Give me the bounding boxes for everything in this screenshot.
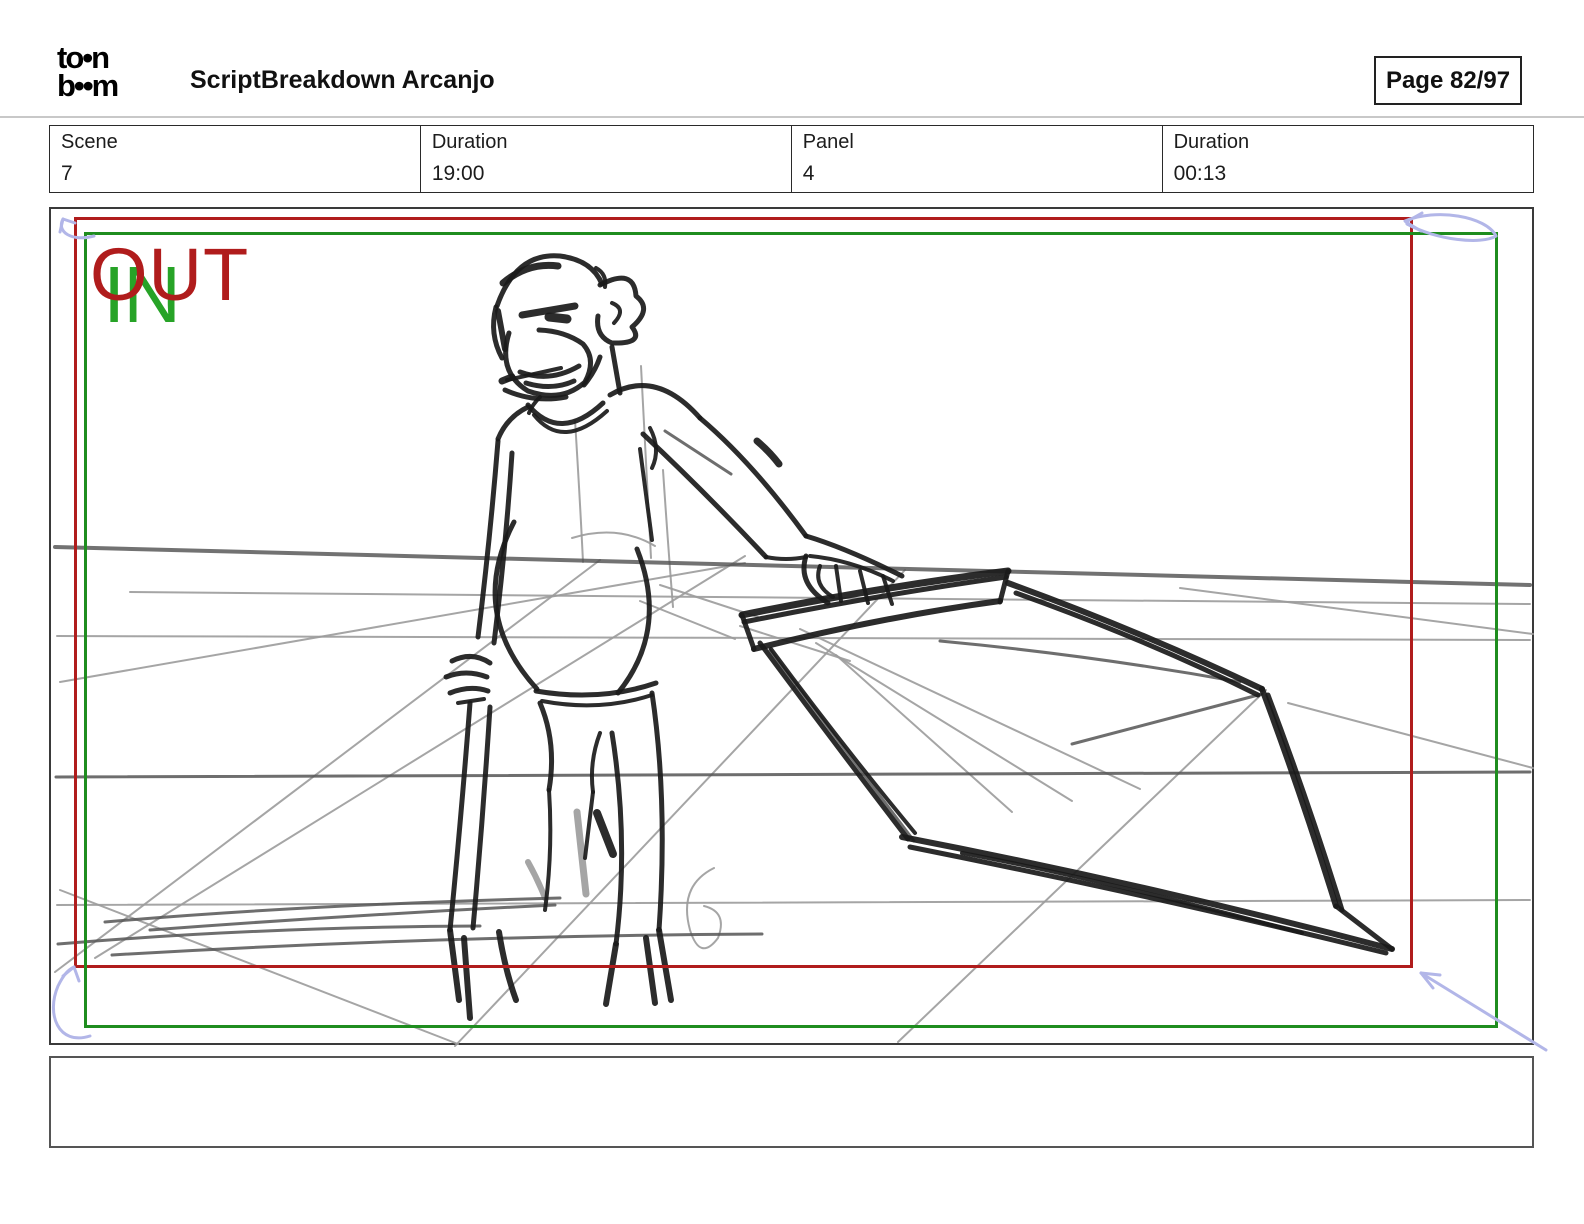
page-number-badge: Page 82/97: [1374, 56, 1522, 105]
logo-line-2: b••m: [57, 68, 119, 103]
project-title: ScriptBreakdown Arcanjo: [190, 66, 495, 94]
panel-label: Panel: [802, 131, 854, 153]
storyboard-page: to•n b••m ScriptBreakdown Arcanjo Page 8…: [0, 0, 1584, 1224]
info-cell-scene-duration: Duration 19:00: [419, 125, 793, 193]
scene-value: 7: [61, 162, 73, 185]
scene-duration-value: 19:00: [431, 162, 485, 185]
storyboard-panel: [49, 207, 1534, 1045]
info-cell-panel-duration: Duration 00:13: [1161, 125, 1535, 193]
scene-duration-label: Duration: [431, 131, 508, 153]
panel-duration-label: Duration: [1173, 131, 1250, 153]
caption-box: [49, 1056, 1534, 1148]
panel-duration-value: 00:13: [1173, 162, 1227, 185]
toonboom-logo: to•n b••m: [57, 42, 119, 103]
header-divider: [0, 116, 1584, 118]
info-cell-panel: Panel 4: [790, 125, 1164, 193]
panel-value: 4: [802, 162, 815, 185]
scene-label: Scene: [61, 131, 118, 153]
panel-info-row: Scene 7 Duration 19:00 Panel 4 Duration …: [49, 125, 1535, 193]
info-cell-scene: Scene 7: [49, 125, 422, 193]
